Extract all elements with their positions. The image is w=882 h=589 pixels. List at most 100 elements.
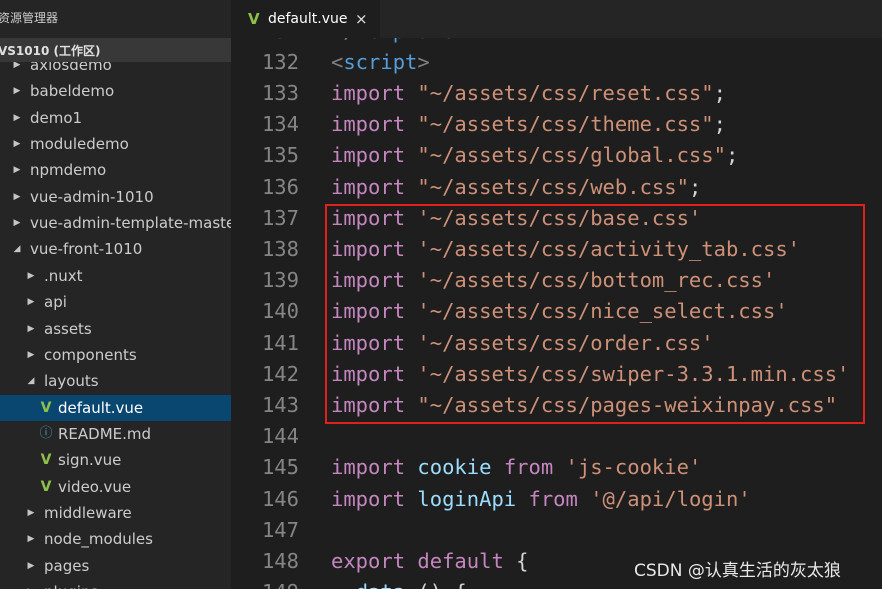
tree-item-label: demo1 bbox=[30, 108, 83, 127]
chevron-right-icon[interactable]: ▶ bbox=[26, 342, 36, 368]
code-token: import bbox=[331, 205, 406, 230]
code-token: 'js-cookie' bbox=[565, 455, 702, 480]
tree-item[interactable]: Vvideo.vue bbox=[0, 474, 231, 500]
chevron-right-icon[interactable]: ▶ bbox=[26, 289, 36, 315]
code-token: </ bbox=[331, 38, 356, 43]
tree-item[interactable]: ▶ vue-admin-template-master bbox=[0, 210, 231, 236]
code-token: ; bbox=[688, 174, 702, 199]
chevron-right-icon[interactable]: ▶ bbox=[26, 500, 36, 526]
code-token: import bbox=[331, 361, 406, 386]
code-token: > bbox=[417, 49, 430, 74]
code-token: import bbox=[331, 112, 406, 137]
tree-item-label: moduledemo bbox=[30, 135, 129, 154]
chevron-right-icon[interactable]: ▶ bbox=[26, 316, 36, 342]
line-number: 148 bbox=[261, 548, 299, 573]
tree-item-label: .nuxt bbox=[44, 266, 83, 285]
tree-item[interactable]: ▶ plugins bbox=[0, 579, 231, 589]
line-number: 141 bbox=[261, 330, 299, 355]
close-icon[interactable]: × bbox=[355, 0, 368, 38]
chevron-down-icon[interactable]: ◢ bbox=[12, 236, 22, 262]
workspace-header[interactable]: VS1010 (工作区) bbox=[0, 38, 231, 62]
vue-icon: V bbox=[248, 10, 260, 28]
chevron-right-icon[interactable]: ▶ bbox=[26, 526, 36, 552]
tree-item[interactable]: ▶ babeldemo bbox=[0, 78, 231, 104]
chevron-right-icon[interactable]: ▶ bbox=[12, 157, 22, 183]
line-number: 135 bbox=[261, 143, 299, 168]
code-token: import bbox=[331, 299, 406, 324]
tree-item[interactable]: ▶ vue-admin-1010 bbox=[0, 184, 231, 210]
code-text: import "~/assets/css/global.css"; bbox=[331, 140, 738, 171]
tree-item[interactable]: ⓘ README.md bbox=[0, 421, 231, 447]
code-token: import bbox=[331, 392, 406, 417]
chevron-right-icon[interactable]: ▶ bbox=[12, 131, 22, 157]
tree-item[interactable]: ▶ assets bbox=[0, 316, 231, 342]
tree-item[interactable]: ▶ .nuxt bbox=[0, 263, 231, 289]
chevron-right-icon[interactable]: ▶ bbox=[26, 553, 36, 579]
code-text: import loginApi from '@/api/login' bbox=[331, 484, 751, 515]
code-line: 136 import "~/assets/css/web.css"; bbox=[231, 172, 882, 203]
line-number: 149 bbox=[231, 577, 299, 589]
tree-item-label: vue-admin-template-master bbox=[30, 214, 231, 233]
tree-item[interactable]: ▶ pages bbox=[0, 553, 231, 579]
code-token: import bbox=[331, 236, 406, 261]
tree-item-label: video.vue bbox=[58, 477, 132, 496]
tree-item[interactable]: ◢ layouts bbox=[0, 368, 231, 394]
line-number: 137 bbox=[261, 205, 299, 230]
line-number: 139 bbox=[261, 268, 299, 293]
tree-item-label: layouts bbox=[44, 372, 99, 391]
chevron-right-icon[interactable]: ▶ bbox=[12, 78, 22, 104]
tree-item[interactable]: ▶ demo1 bbox=[0, 105, 231, 131]
code-token: '~/assets/css/order.css' bbox=[417, 330, 714, 355]
tree-item[interactable]: ▶ api bbox=[0, 289, 231, 315]
tree-item-label: components bbox=[44, 345, 137, 364]
chevron-right-icon[interactable]: ▶ bbox=[12, 210, 22, 236]
code-token: export bbox=[331, 548, 406, 573]
explorer-title-text: 资源管理器 bbox=[0, 11, 59, 25]
code-text: data () { bbox=[331, 577, 467, 589]
code-token: '@/api/login' bbox=[590, 486, 751, 511]
tree-item-label: assets bbox=[44, 319, 92, 338]
code-line: 133 import "~/assets/css/reset.css"; bbox=[231, 78, 882, 109]
workspace-name: VS1010 (工作区) bbox=[0, 44, 101, 58]
tree-item[interactable]: Vdefault.vue bbox=[0, 394, 231, 421]
code-token: cookie bbox=[417, 455, 492, 480]
tree-item-label: api bbox=[44, 293, 67, 312]
tree-item[interactable]: ▶ moduledemo bbox=[0, 131, 231, 157]
tree-item[interactable]: ▶ npmdemo bbox=[0, 157, 231, 183]
code-token: import bbox=[331, 143, 406, 168]
code-token: import bbox=[331, 455, 406, 480]
chevron-right-icon[interactable]: ▶ bbox=[26, 263, 36, 289]
tree-item[interactable]: ▶ middleware bbox=[0, 500, 231, 526]
code-text: <script> bbox=[331, 47, 430, 78]
chevron-right-icon[interactable]: ▶ bbox=[12, 105, 22, 131]
code-text: import "~/assets/css/pages-weixinpay.css… bbox=[331, 390, 837, 421]
code-token: import bbox=[331, 486, 406, 511]
tree-item[interactable]: ▶ node_modules bbox=[0, 526, 231, 552]
tree-item[interactable]: ◢ vue-front-1010 bbox=[0, 236, 231, 262]
code-text: import '~/assets/css/order.css' bbox=[331, 328, 714, 359]
watermark: CSDN @认真生活的灰太狼 bbox=[634, 561, 841, 581]
file-tree: ▶ axiosdemo ▶ babeldemo ▶ demo1 ▶ moduledemo ▶ np… bbox=[0, 0, 231, 589]
tree-item-label: node_modules bbox=[44, 530, 153, 549]
tab-default-vue[interactable]: V default.vue × bbox=[231, 0, 380, 38]
line-number: 146 bbox=[261, 486, 299, 511]
chevron-right-icon[interactable]: ▶ bbox=[26, 579, 36, 589]
line-number: 134 bbox=[261, 112, 299, 137]
tree-item-label: babeldemo bbox=[30, 82, 115, 101]
tree-item[interactable]: ▶ components bbox=[0, 342, 231, 368]
code-token: "~/assets/css/reset.css" bbox=[417, 80, 714, 105]
tree-item[interactable]: Vsign.vue bbox=[0, 447, 231, 473]
code-editor[interactable]: 131</template>132<script>133import "~/as… bbox=[231, 38, 882, 589]
code-token: from bbox=[503, 455, 554, 480]
chevron-right-icon[interactable]: ▶ bbox=[12, 184, 22, 210]
chevron-down-icon[interactable]: ◢ bbox=[26, 368, 36, 394]
